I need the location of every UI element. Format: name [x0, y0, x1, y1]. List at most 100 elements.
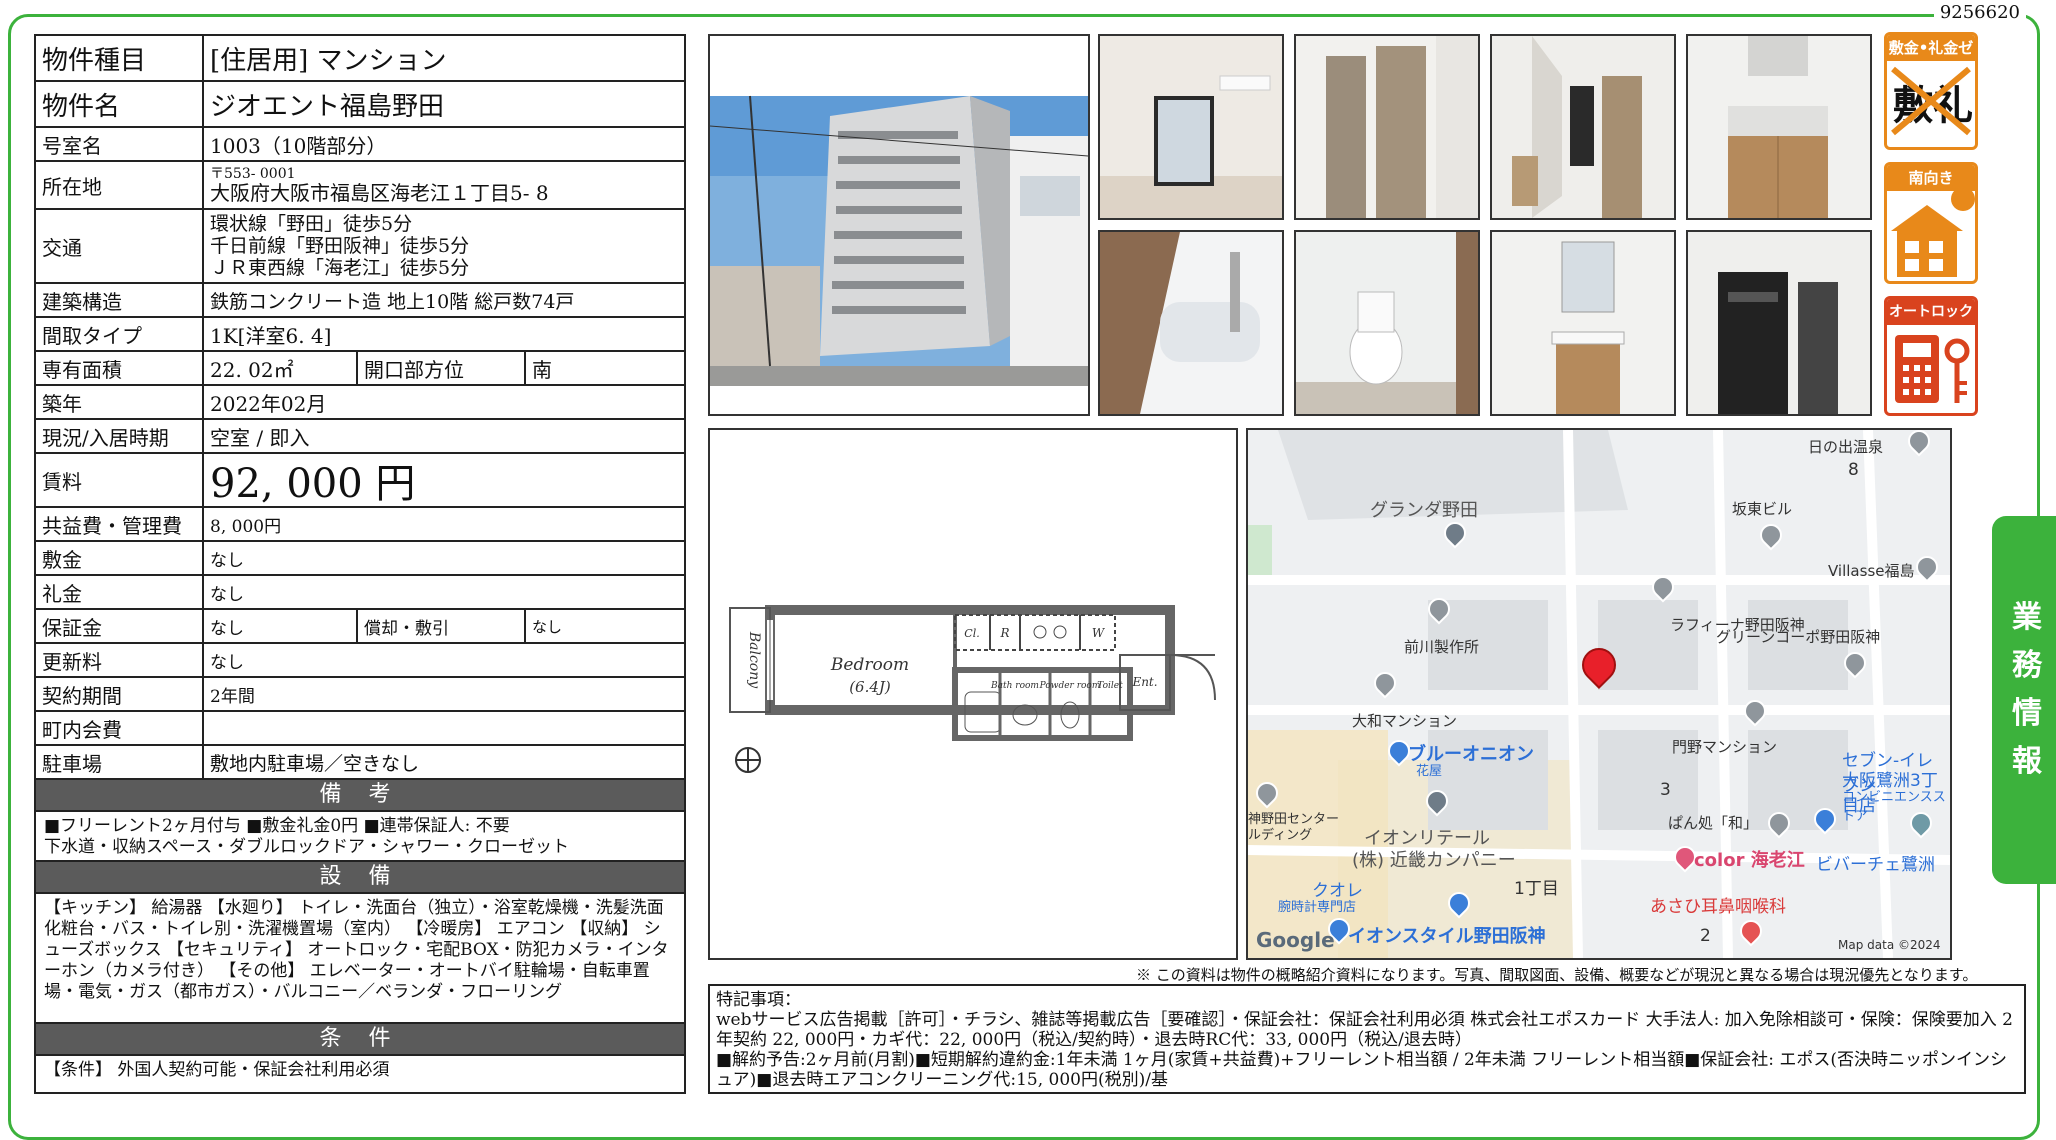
layout-label: 間取タイプ [36, 318, 204, 350]
rent-label: 賃料 [36, 454, 204, 506]
area-label: 専有面積 [36, 352, 204, 384]
fee-value: 8, 000円 [210, 516, 282, 537]
interior-photo-entrance [1686, 230, 1872, 416]
badge-zero-deposit: 敷金•礼金ゼロ 敷 礼 [1884, 32, 1978, 150]
type-value: [住居用] マンション [210, 45, 447, 76]
washer-label: W [1092, 626, 1106, 640]
amortization-value: なし [532, 617, 563, 636]
deposit-value: なし [210, 550, 244, 571]
bath-label: Bath room [990, 681, 1039, 691]
rent-value: 92, 000 円 [210, 461, 416, 507]
badge-south-facing-title: 南向き [1887, 165, 1975, 191]
house-sun-icon [1891, 187, 1975, 277]
map-label: 坂東ビル [1732, 500, 1793, 518]
badge-zero-deposit-icon: 敷 礼 [1887, 61, 1975, 141]
status-label: 現況/入居時期 [36, 420, 204, 452]
key-value: なし [210, 584, 244, 605]
map-label: ビバーチェ鷺洲 [1816, 855, 1935, 875]
row-term: 契約期間 2年間 [34, 676, 686, 710]
badge-south-facing: 南向き [1884, 162, 1978, 284]
row-guarantee: 保証金 なし 償却・敷引 なし [34, 608, 686, 642]
direction-value: 南 [532, 357, 552, 382]
structure-value: 鉄筋コンクリート造 地上10階 総戸数74戸 [210, 290, 575, 313]
interior-photo-bath [1098, 230, 1284, 416]
row-renewal: 更新料 なし [34, 642, 686, 676]
row-type: 物件種目 [住居用] マンション [34, 34, 686, 80]
row-status: 現況/入居時期 空室 / 即入 [34, 418, 686, 452]
map-label: イオンスタイル野田阪神 [1348, 926, 1546, 947]
guarantee-label: 保証金 [36, 610, 204, 642]
direction-label: 開口部方位 [358, 352, 526, 384]
balcony-label: Balcony [746, 631, 762, 689]
transport-cell: 環状線「野田」徒歩5分 千日前線「野田阪神」徒歩5分 ＪＲ東西線「海老江」徒歩5… [204, 210, 684, 282]
equipment-text: 【キッチン】 給湯器 【水廻り】 トイレ・洗面台（独立）・浴室乾燥機・洗髪洗面化… [34, 892, 686, 1022]
map-label: グリーンコーポ野田阪神 [1716, 628, 1881, 646]
key-label: 礼金 [36, 576, 204, 608]
map-label: 前川製作所 [1404, 638, 1480, 656]
amortization-label: 償却・敷引 [358, 610, 526, 642]
row-room: 号室名 1003（10階部分） [34, 126, 686, 160]
row-rent: 賃料 92, 000 円 [34, 452, 686, 507]
conditions-text: 【条件】 外国人契約可能・保証会社利用必須 [34, 1054, 686, 1094]
address-label: 所在地 [36, 162, 204, 208]
remarks-text: ■フリーレント2ヶ月付与 ■敷金礼金0円 ■連帯保証人: 不要 下水道・収納スペ… [34, 810, 686, 860]
built-label: 築年 [36, 386, 204, 418]
transport-line: ＪＲ東西線「海老江」徒歩5分 [210, 257, 470, 279]
refrigerator-label: R [999, 626, 1009, 640]
badge-autolock-title: オートロック [1887, 299, 1975, 325]
row-structure: 建築構造 鉄筋コンクリート造 地上10階 総戸数74戸 [34, 282, 686, 316]
conditions-header: 条 件 [34, 1022, 686, 1054]
map-label: ルディング [1248, 828, 1313, 843]
parking-label: 駐車場 [36, 746, 204, 778]
row-transport: 交通 環状線「野田」徒歩5分 千日前線「野田阪神」徒歩5分 ＪＲ東西線「海老江」… [34, 208, 686, 282]
remarks-header: 備 考 [34, 778, 686, 810]
map-label: 花屋 [1416, 764, 1443, 779]
document-id: 9256620 [1933, 2, 2026, 23]
transport-label: 交通 [36, 210, 204, 282]
row-area: 専有面積 22. 02㎡ 開口部方位 南 [34, 350, 686, 384]
map-label: 大和マンション [1352, 712, 1458, 730]
deposit-label: 敷金 [36, 542, 204, 574]
town-label: 町内会費 [36, 712, 204, 744]
term-label: 契約期間 [36, 678, 204, 710]
row-layout: 間取タイプ 1K[洋室6. 4] [34, 316, 686, 350]
renew-value: なし [210, 652, 244, 673]
row-address: 所在地 〒553- 0001 大阪府大阪市福島区海老江１丁目5- 8 [34, 160, 686, 208]
map-label: 2 [1700, 926, 1711, 946]
map-label: コンビニエンスストア [1842, 790, 1946, 824]
fee-label: 共益費・管理費 [36, 508, 204, 540]
transport-line: 環状線「野田」徒歩5分 [210, 213, 413, 235]
map-copyright: Map data ©2024 [1838, 938, 1941, 952]
business-info-tab-label: 業務情報 [2012, 600, 2042, 779]
row-deposit: 敷金 なし [34, 540, 686, 574]
google-logo: Google [1256, 928, 1335, 952]
bedroom-label: Bedroom [830, 655, 909, 675]
special-notes: 特記事項： webサービス広告掲載［許可］・チラシ、雑誌等掲載広告［要確認］・保… [708, 984, 2026, 1094]
floor-plan: Balcony Bedroom (6.4J) Cl. R W Ent. Bath… [708, 428, 1238, 960]
map-label: color 海老江 [1694, 850, 1805, 871]
interior-photo-doors [1294, 34, 1480, 220]
bedroom-size: (6.4J) [849, 678, 891, 696]
built-value: 2022年02月 [210, 391, 327, 416]
interior-photo-kitchen [1686, 34, 1872, 220]
equipment-header: 設 備 [34, 860, 686, 892]
interior-photo-room [1098, 34, 1284, 220]
row-town-fee: 町内会費 [34, 710, 686, 744]
row-fee: 共益費・管理費 8, 000円 [34, 506, 686, 540]
toilet-label: Toilet [1097, 681, 1123, 691]
location-map[interactable]: 日の出温泉 8 グランダ野田 坂東ビル Villasse福島 ラフィーナ野田阪神… [1246, 428, 1952, 960]
parking-value: 敷地内駐車場／空きなし [210, 752, 420, 775]
intercom-key-icon [1895, 335, 1970, 403]
powder-label: Powder room [1039, 681, 1101, 691]
cross-icon [1891, 66, 1971, 136]
interior-photo-washroom [1490, 230, 1676, 416]
badge-autolock: オートロック [1884, 296, 1978, 416]
room-value: 1003（10階部分） [210, 133, 387, 158]
town-value [204, 712, 684, 744]
business-info-tab[interactable]: 業務情報 [1992, 516, 2056, 884]
map-label: あさひ耳鼻咽喉科 [1650, 897, 1786, 917]
transport-line: 千日前線「野田阪神」徒歩5分 [210, 235, 470, 257]
row-parking: 駐車場 敷地内駐車場／空きなし [34, 744, 686, 778]
renew-label: 更新料 [36, 644, 204, 676]
term-value: 2年間 [210, 686, 255, 707]
